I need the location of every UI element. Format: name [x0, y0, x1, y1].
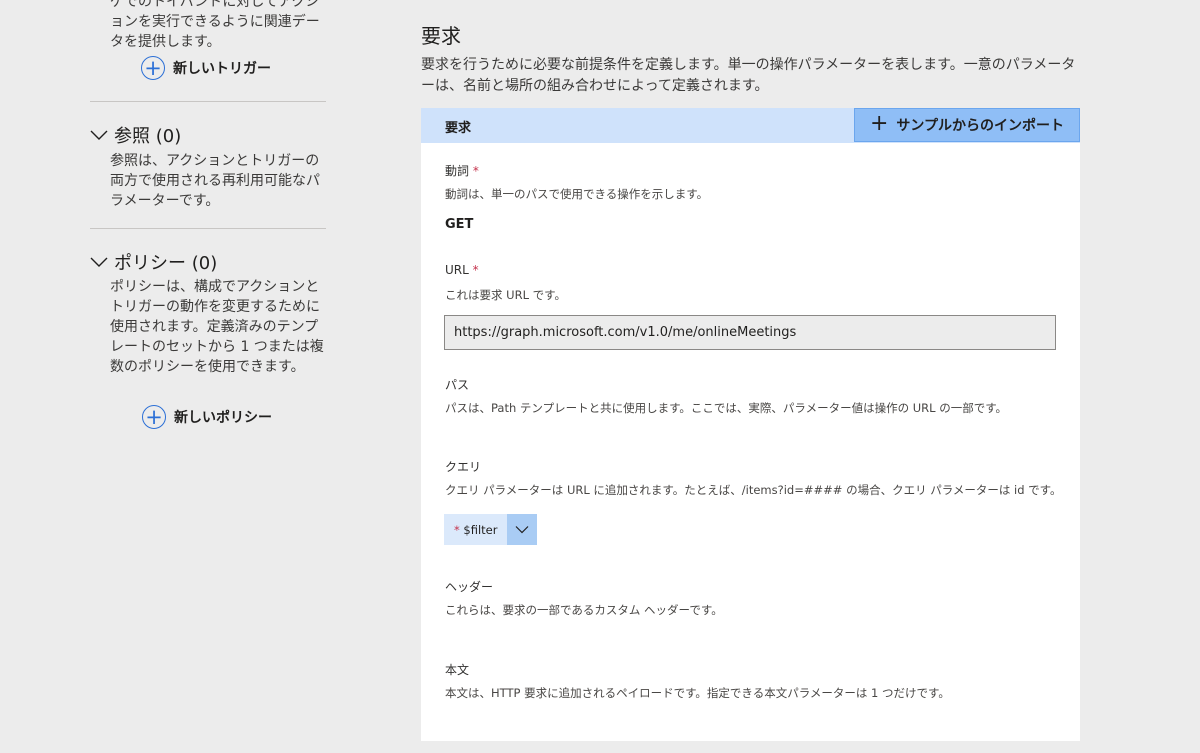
verb-description: 動詞は、単一のパスで使用できる操作を示します。: [445, 187, 709, 201]
request-card-header: 要求 + サンプルからのインポート: [421, 108, 1080, 143]
query-label: クエリ: [445, 460, 482, 474]
plus-circle-icon: +: [142, 405, 166, 429]
url-input[interactable]: [444, 315, 1056, 350]
chevron-down-icon: [90, 130, 108, 140]
url-label: URL *: [445, 263, 479, 277]
references-title: 参照 (0): [114, 126, 182, 147]
required-marker: *: [472, 263, 479, 277]
query-description: クエリ パラメーターは URL に追加されます。たとえば、/items?id=#…: [445, 483, 1062, 497]
url-description: これは要求 URL です。: [445, 288, 566, 302]
policies-description: ポリシーは、構成でアクションとトリガーの動作を変更するために使用されます。定義済…: [110, 279, 324, 375]
divider: [90, 228, 326, 229]
new-policy-button[interactable]: + 新しいポリシー: [142, 405, 272, 429]
request-card: 要求 + サンプルからのインポート 動詞 * 動詞は、単一のパスで使用できる操作…: [421, 108, 1080, 741]
chevron-down-icon: [516, 526, 529, 534]
plus-icon: +: [869, 111, 889, 136]
headers-label: ヘッダー: [445, 580, 494, 594]
new-trigger-label: 新しいトリガー: [173, 61, 271, 77]
request-title: 要求: [421, 24, 461, 48]
verb-label: 動詞 *: [445, 164, 479, 178]
policies-section-toggle[interactable]: ポリシー (0): [90, 249, 217, 275]
references-section-toggle[interactable]: 参照 (0): [90, 122, 181, 148]
request-card-header-label: 要求: [445, 121, 472, 136]
policies-title: ポリシー (0): [114, 253, 218, 274]
path-description: パスは、Path テンプレートと共に使用します。ここでは、実際、パラメーター値は…: [445, 401, 1008, 415]
required-marker: *: [454, 522, 460, 537]
headers-description: これらは、要求の一部であるカスタム ヘッダーです。: [445, 603, 723, 617]
chevron-down-icon: [90, 257, 108, 267]
required-marker: *: [472, 164, 479, 178]
triggers-description: ゲでのトイバンドに対してアクションを実行できるように関連データを提供します。: [110, 0, 320, 50]
plus-circle-icon: +: [141, 56, 165, 80]
query-parameter-dropdown[interactable]: [507, 514, 538, 545]
new-policy-label: 新しいポリシー: [174, 410, 272, 426]
query-parameter-filter[interactable]: * $filter: [444, 514, 508, 545]
request-description: 要求を行うために必要な前提条件を定義します。単一の操作パラメーターを表します。一…: [421, 57, 1076, 94]
query-parameter-chip: * $filter: [444, 514, 538, 545]
path-label: パス: [445, 378, 470, 392]
new-trigger-button[interactable]: + 新しいトリガー: [141, 56, 271, 80]
body-description: 本文は、HTTP 要求に追加されるペイロードです。指定できる本文パラメーターは …: [445, 686, 950, 700]
body-label: 本文: [445, 663, 470, 677]
references-description: 参照は、アクションとトリガーの両方で使用される再利用可能なパラメーターです。: [110, 153, 320, 209]
divider: [90, 101, 326, 102]
verb-value: GET: [445, 217, 474, 232]
import-from-sample-label: サンプルからのインポート: [896, 118, 1065, 134]
import-from-sample-button[interactable]: + サンプルからのインポート: [854, 108, 1080, 142]
